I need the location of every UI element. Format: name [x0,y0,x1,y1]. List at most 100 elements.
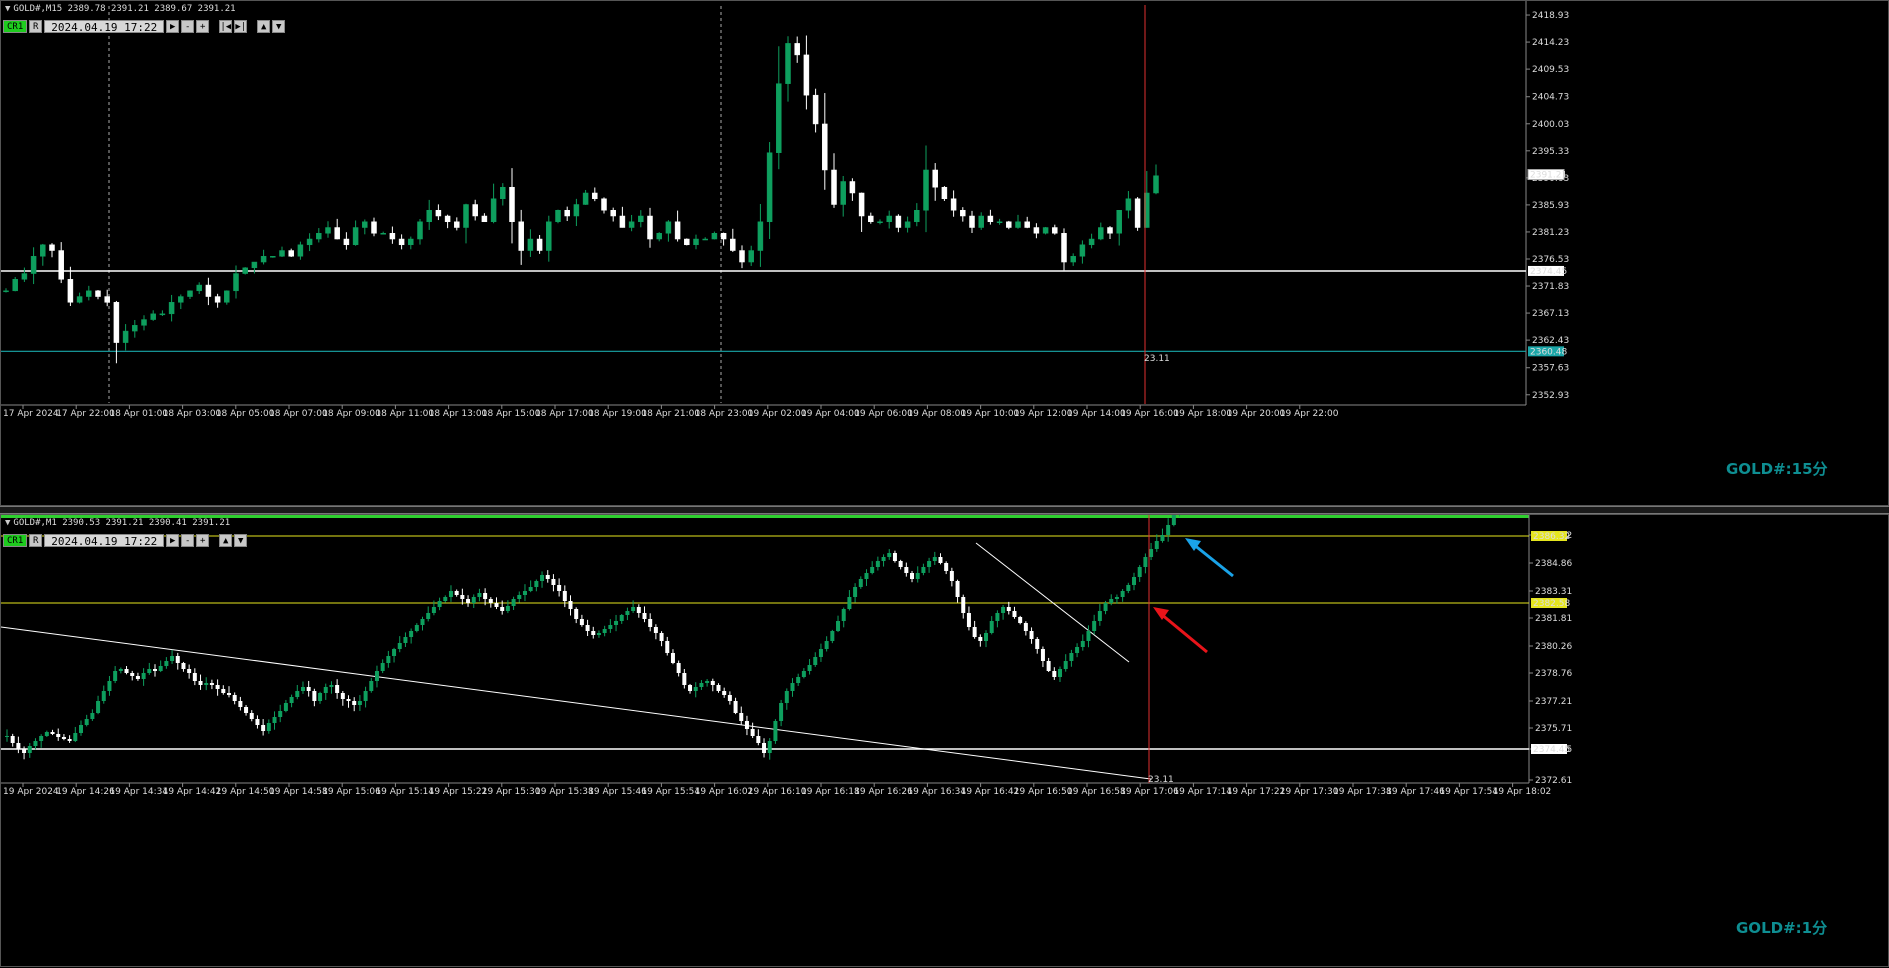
candle [215,685,220,689]
play-button[interactable]: ▶ [166,533,180,547]
candle [266,723,271,731]
plus-button[interactable]: + [196,19,210,33]
m15-chart-canvas[interactable]: 2418.93 2414.23 2409.53 2404.73 2400.03 2395.… [1,1,1889,507]
minus-button[interactable]: - [181,19,195,33]
plus-button[interactable]: + [196,533,210,547]
date-field[interactable]: 2024.04.19 17:22 [44,533,165,548]
candle [762,743,767,753]
candle [744,721,749,729]
candle [840,181,846,205]
candle [941,186,948,199]
candle [1126,585,1131,591]
x-tick-label: 19 Apr 08:00 [907,409,966,419]
candle [665,221,672,234]
candle [152,669,157,671]
m1-ohlc-readout: GOLD#,M1 2390.53 2391.21 2390.41 2391.21 [13,518,231,528]
candle [847,597,852,609]
collapse-icon[interactable]: ▼ [5,518,10,528]
candle [437,601,442,607]
candle [564,210,570,217]
scroll-down-button[interactable]: ▼ [272,19,286,33]
x-tick-label: 18 Apr 17:00 [535,409,594,419]
candle [822,123,828,171]
candle [374,671,379,681]
r-button[interactable]: R [29,19,43,33]
candle [1143,557,1148,567]
candle [996,221,1003,224]
scroll-up-button[interactable]: ▲ [219,533,233,547]
candle [932,557,937,561]
y-tick-label: 2381.81 [1535,614,1572,624]
candle [944,563,949,571]
candle [204,683,209,685]
candle [1103,603,1108,611]
y-tick-label: 2378.76 [1535,669,1572,679]
candle [316,233,322,240]
candle [260,256,267,263]
x-tick-label: 18 Apr 15:00 [482,409,541,419]
x-tick-label: 19 Apr 16:58 [1067,787,1126,797]
x-tick-label: 19 Apr 20:00 [1227,409,1286,419]
candle [392,649,397,656]
candle [96,701,101,713]
candle [297,244,304,257]
m1-chart-canvas[interactable]: 2391.212389.462387.912386.322384.862383.… [1,515,1889,968]
y-tick-label: 2371.83 [1532,282,1569,292]
candle [61,737,66,739]
candle [122,330,129,343]
candle [113,671,118,681]
m15-chart-pane[interactable]: 2418.93 2414.23 2409.53 2404.73 2400.03 2395.… [0,0,1889,506]
x-tick-label: 19 Apr 15:38 [535,787,594,797]
candle [653,627,658,633]
candle [631,607,636,611]
x-tick-label: 19 Apr 15:54 [641,787,700,797]
m1-chart-pane[interactable]: 2391.212389.462387.912386.322384.862383.… [0,514,1889,967]
play-button[interactable]: ▶ [166,19,180,33]
candle [972,627,977,637]
first-bar-button[interactable]: |◀ [219,19,233,33]
candle [528,587,533,591]
r-button[interactable]: R [29,533,43,547]
candle [1029,631,1034,639]
candle [555,210,561,223]
candle [352,701,357,705]
candle [454,221,460,228]
candle [534,581,539,587]
minus-button[interactable]: - [181,533,195,547]
candle [431,607,436,613]
candle [443,597,448,601]
candle [318,693,323,701]
candle [141,319,147,326]
x-tick-label: 19 Apr 17:06 [1120,787,1179,797]
collapse-icon[interactable]: ▼ [5,4,10,14]
pane-separator[interactable] [0,506,1889,514]
y-tick-label: 2376.53 [1532,255,1569,265]
price-tag-label: 2374.45 [1533,745,1570,755]
candle [984,633,989,641]
candle [198,681,203,685]
price-tag-label: 2382.58 [1533,599,1570,609]
cr1-button[interactable]: CR1 [3,19,28,33]
candle [490,198,497,223]
x-tick-label: 19 Apr 15:06 [322,787,381,797]
x-tick-label: 19 Apr 17:22 [1227,787,1286,797]
cr1-button[interactable]: CR1 [3,533,28,547]
candle [642,613,647,619]
candle [656,233,662,240]
scroll-up-button[interactable]: ▲ [257,19,271,33]
last-bar-button[interactable]: ▶| [234,19,248,33]
candle [767,741,772,753]
candle [1012,611,1017,617]
date-field[interactable]: 2024.04.19 17:22 [44,19,165,34]
candle [346,699,351,701]
x-tick-label: 18 Apr 21:00 [641,409,700,419]
candle [849,181,856,194]
scroll-down-button[interactable]: ▼ [234,533,248,547]
price-tag-label: 2391.21 [1530,171,1567,181]
candle [306,687,311,691]
candle [272,717,277,723]
candle [170,656,175,661]
candle [209,683,214,685]
candle [362,221,368,228]
x-tick-label: 19 Apr 17:38 [1333,787,1392,797]
